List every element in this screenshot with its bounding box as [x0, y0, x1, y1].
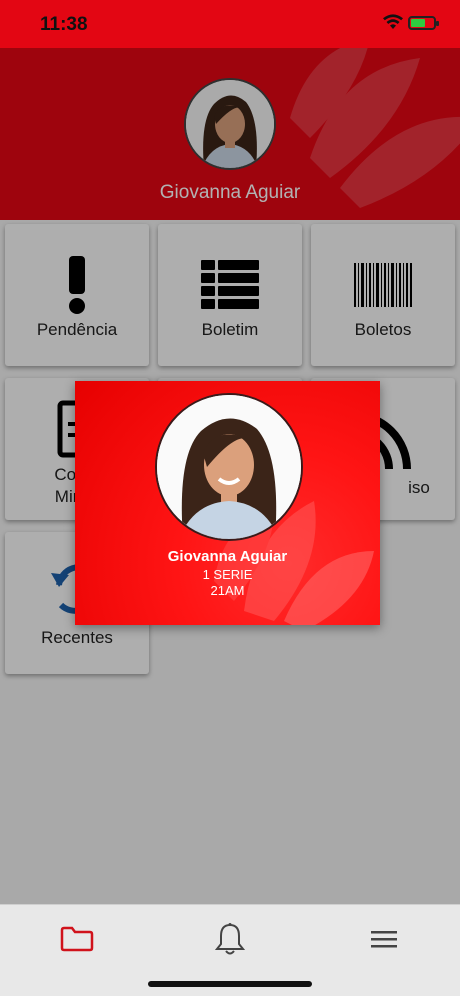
student-grade: 1 SERIE — [202, 567, 253, 582]
tab-notifications[interactable] — [210, 921, 250, 957]
home-indicator[interactable] — [148, 981, 312, 987]
battery-icon — [408, 16, 439, 30]
wifi-icon — [382, 14, 404, 35]
tab-menu[interactable] — [364, 921, 404, 957]
student-class: 21AM — [210, 583, 245, 598]
tab-folder[interactable] — [57, 921, 97, 957]
status-time: 11:38 — [40, 14, 88, 35]
status-bar: 11:38 — [0, 0, 460, 48]
avatar — [155, 393, 303, 541]
menu-icon — [371, 931, 397, 948]
student-card-modal[interactable]: Giovanna Aguiar 1 SERIE 21AM — [75, 381, 380, 625]
bell-icon — [215, 923, 245, 955]
student-name: Giovanna Aguiar — [167, 548, 288, 565]
folder-icon — [60, 926, 94, 952]
